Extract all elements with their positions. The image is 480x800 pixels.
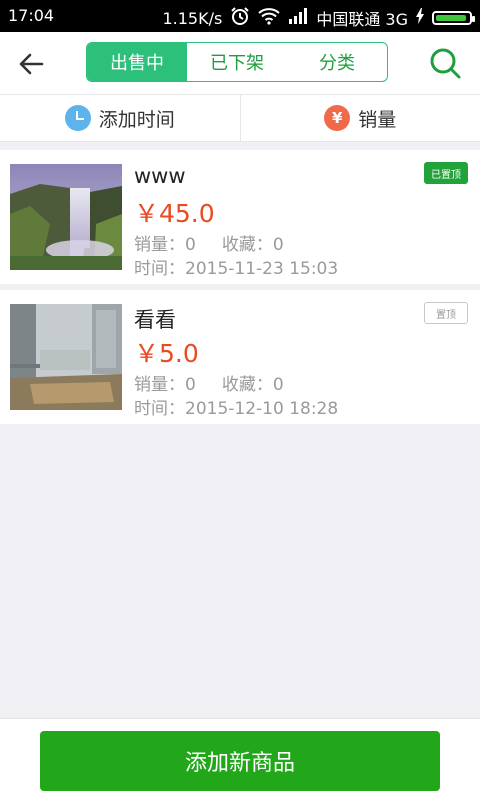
search-button[interactable]: [428, 46, 462, 80]
bottom-bar: 添加新商品: [0, 718, 480, 800]
wifi-icon: [258, 7, 280, 29]
clock-icon: [64, 105, 91, 131]
status-right: 1.15K/s 中国联通 3G: [162, 6, 475, 30]
app-header: 出售中 已下架 分类: [0, 32, 480, 94]
product-list-item[interactable]: www ￥45.0 销量：0 收藏：0 时间：2015-11-23 15:03 …: [0, 150, 480, 284]
sort-by-time-label: 添加时间: [98, 108, 175, 131]
product-sales: 销量：0: [134, 235, 196, 255]
product-list-item[interactable]: 看看 ￥5.0 销量：0 收藏：0 时间：2015-12-10 18:28 置顶: [0, 290, 480, 424]
product-time: 时间：2015-12-10 18:28: [134, 399, 339, 419]
add-product-button[interactable]: 添加新商品: [40, 731, 440, 791]
product-stats: 销量：0 收藏：0: [134, 370, 284, 395]
sort-by-sales[interactable]: ¥ 销量: [241, 95, 480, 141]
product-title: www: [134, 164, 186, 188]
tab-category[interactable]: 分类: [287, 43, 387, 81]
charging-icon: [416, 8, 424, 28]
sort-bar: 添加时间 ¥ 销量: [0, 94, 480, 142]
product-favorites: 收藏：0: [221, 235, 284, 255]
product-title: 看看: [134, 308, 176, 332]
tab-on-sale[interactable]: 出售中: [87, 43, 187, 81]
product-sales: 销量：0: [134, 375, 196, 395]
product-time: 时间：2015-11-23 15:03: [134, 259, 339, 279]
sort-by-time[interactable]: 添加时间: [0, 95, 240, 141]
tab-delisted[interactable]: 已下架: [187, 43, 287, 81]
pin-toggle-button[interactable]: 已置顶: [424, 162, 468, 184]
battery-icon: [432, 11, 475, 25]
status-time: 17:04: [8, 6, 55, 25]
yen-icon: ¥: [324, 105, 351, 131]
status-segmented-control: 出售中 已下架 分类: [86, 42, 388, 82]
arrow-left-icon: [19, 53, 44, 75]
product-favorites: 收藏：0: [221, 375, 284, 395]
network-speed: 1.15K/s: [162, 8, 223, 28]
search-icon: [430, 48, 461, 79]
product-stats: 销量：0 收藏：0: [134, 230, 284, 255]
product-thumbnail: [10, 304, 122, 410]
carrier-label: 中国联通 3G: [316, 10, 408, 29]
product-price: ￥5.0: [134, 339, 199, 368]
product-thumbnail: [10, 164, 122, 270]
product-price: ￥45.0: [134, 199, 215, 228]
sort-by-sales-label: 销量: [358, 108, 397, 131]
back-button[interactable]: [16, 48, 48, 80]
pin-toggle-button[interactable]: 置顶: [424, 302, 468, 324]
status-bar: 17:04 1.15K/s 中国联通 3G: [0, 0, 480, 32]
signal-icon: [288, 8, 308, 28]
alarm-icon: [230, 6, 250, 30]
